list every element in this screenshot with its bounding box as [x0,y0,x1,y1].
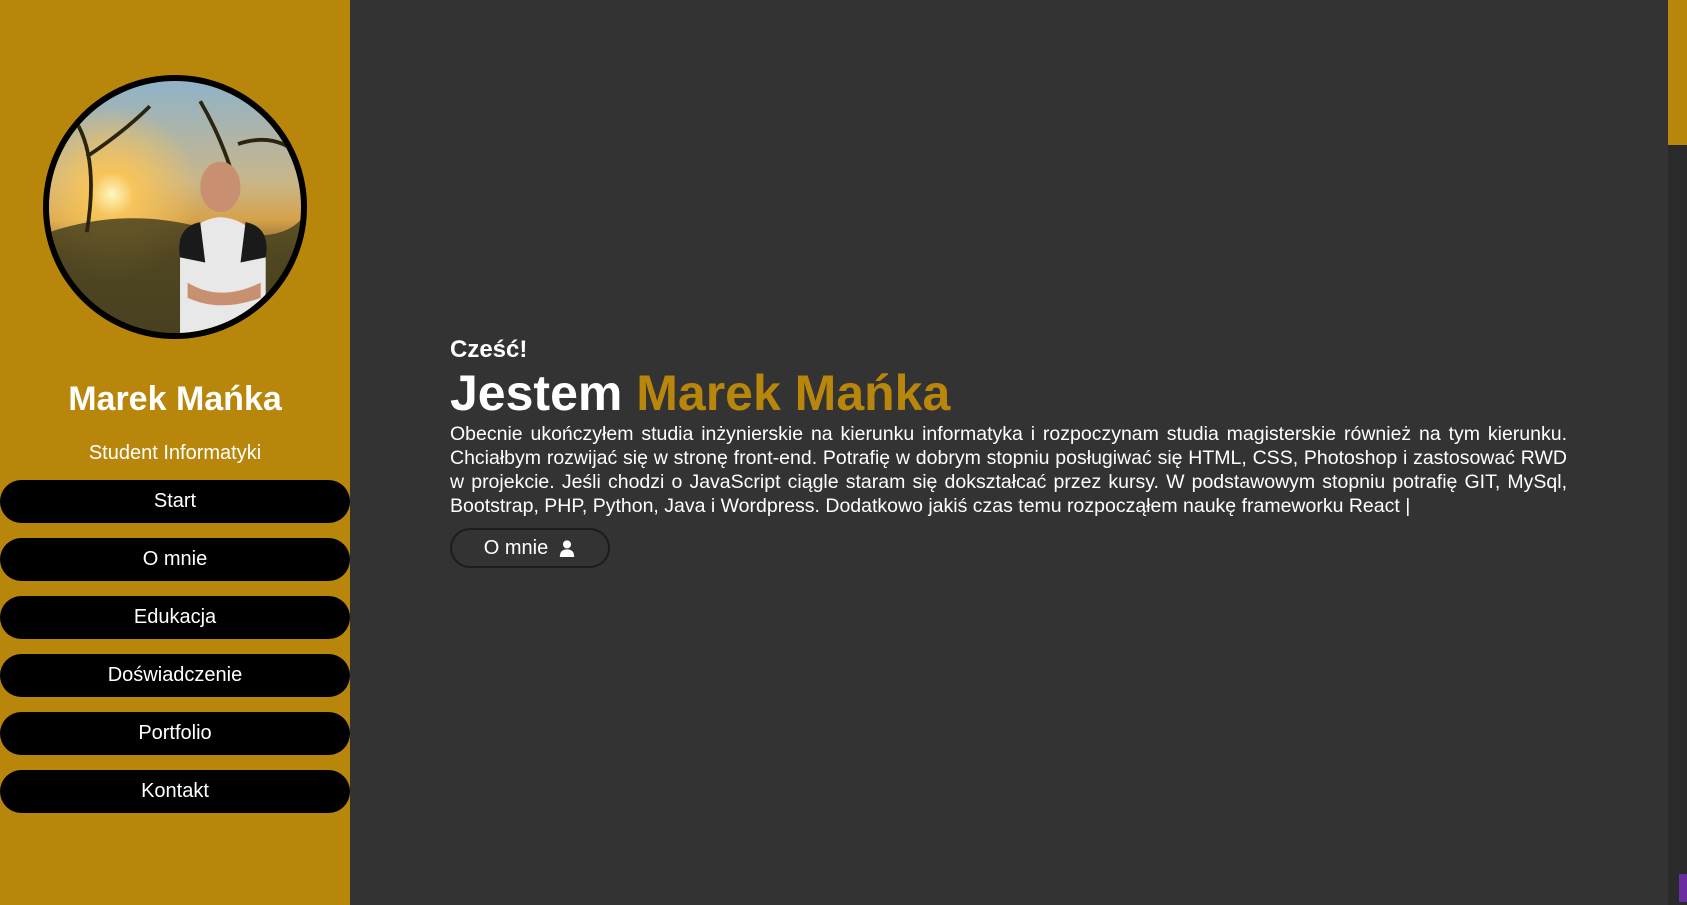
about-button[interactable]: O mnie [450,528,610,568]
intro-text: Obecnie ukończyłem studia inżynierskie n… [450,423,1567,517]
nav-item-start[interactable]: Start [0,480,350,523]
sidebar: Marek Mańka Student Informatyki Start O … [0,0,350,905]
about-button-label: O mnie [483,536,549,559]
scrollbar[interactable] [1668,0,1687,905]
scrollbar-marker [1679,874,1687,902]
scrollbar-thumb[interactable] [1668,0,1687,145]
profile-name: Marek Mańka [68,380,282,418]
main-nav: Start O mnie Edukacja Doświadczenie Port… [0,480,350,828]
profile-photo [43,75,307,339]
headline-name: Marek Mańka [636,365,951,421]
nav-item-education[interactable]: Edukacja [0,596,350,639]
nav-item-experience[interactable]: Doświadczenie [0,654,350,697]
nav-item-contact[interactable]: Kontakt [0,770,350,813]
nav-item-portfolio[interactable]: Portfolio [0,712,350,755]
headline-prefix: Jestem [450,365,623,421]
user-icon [560,540,575,557]
profile-subtitle: Student Informatyki [88,442,262,464]
headline: Jestem Marek Mańka [450,364,950,422]
nav-item-about[interactable]: O mnie [0,538,350,581]
main-content: Cześć! Jestem Marek Mańka Obecnie ukończ… [350,0,1668,905]
greeting: Cześć! [450,336,528,363]
